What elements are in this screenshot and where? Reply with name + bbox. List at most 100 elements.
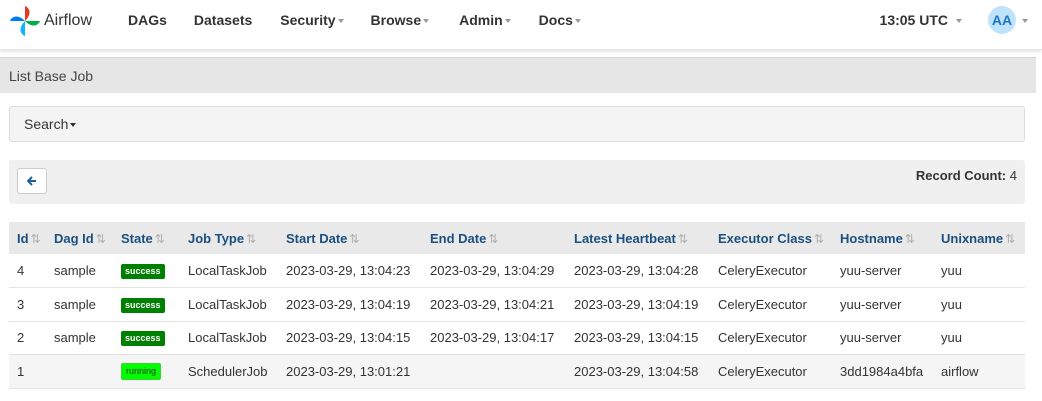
status-badge: success [121, 331, 165, 347]
cell-id: 3 [17, 296, 25, 312]
cell-state: running [113, 355, 180, 389]
sort-icon: ⇅ [95, 231, 106, 246]
column-header-hostname[interactable]: Hostname ⇅ [832, 222, 933, 254]
search-toggle[interactable]: Search [9, 106, 1025, 142]
cell-start-date: 2023-03-29, 13:04:19 [286, 296, 411, 312]
column-header-latest-heartbeat[interactable]: Latest Heartbeat ⇅ [566, 222, 710, 254]
cell-dag-id: sample [54, 296, 96, 312]
sort-icon: ⇅ [30, 231, 41, 246]
chevron-down-icon [70, 123, 77, 127]
nav-item-label: Browse [370, 12, 422, 28]
chevron-down-icon [504, 19, 511, 23]
chevron-down-icon [423, 19, 430, 23]
column-header-executor-class[interactable]: Executor Class ⇅ [710, 222, 832, 254]
nav-item-admin[interactable]: Admin [459, 12, 511, 28]
cell-unixname: yuu [941, 296, 962, 312]
nav-item-label: Security [280, 12, 336, 28]
cell-executor-class: CeleryExecutor [718, 330, 807, 346]
column-header-state[interactable]: State ⇅ [113, 222, 180, 254]
cell-end-date [422, 355, 566, 389]
cell-hostname: 3dd1984a4bfa [840, 363, 924, 379]
search-label: Search [24, 116, 69, 132]
page-title: List Base Job [9, 67, 94, 84]
sort-icon: ⇅ [904, 231, 915, 246]
cell-executor-class: CeleryExecutor [718, 263, 807, 278]
sort-icon: ⇅ [677, 231, 688, 246]
clock-dropdown[interactable]: 13:05 UTC [880, 12, 962, 28]
cell-unixname: yuu [941, 330, 962, 346]
cell-hostname: yuu-server [840, 330, 902, 346]
record-count-label: Record Count: [915, 168, 1007, 183]
sort-icon: ⇅ [246, 231, 257, 246]
cell-dag-id: sample [54, 263, 96, 278]
brand-name: Airflow [44, 12, 93, 29]
table-header-row: Id ⇅ Dag Id ⇅ State ⇅ Job Type ⇅ Start Date ⇅… [9, 222, 1025, 254]
cell-executor-class: CeleryExecutor [718, 296, 807, 312]
chevron-down-icon [337, 19, 344, 23]
cell-job-type: LocalTaskJob [188, 296, 267, 312]
column-header-label: Job Type [188, 230, 245, 246]
navbar: Airflow DAGs Datasets Security Browse Ad… [0, 0, 1042, 50]
nav-item-dags[interactable]: DAGs [128, 12, 167, 28]
column-header-label: Unixname [941, 230, 1004, 246]
status-badge: running [121, 363, 162, 381]
column-header-job-type[interactable]: Job Type ⇅ [180, 222, 278, 254]
back-button[interactable] [17, 168, 47, 194]
cell-id: 1 [17, 363, 25, 379]
cell-latest-heartbeat: 2023-03-29, 13:04:28 [574, 263, 699, 278]
column-header-label: Dag Id [54, 230, 94, 246]
table-row: 4 sample success LocalTaskJob 2023-03-29… [9, 254, 1025, 288]
clock-time: 13:05 UTC [879, 12, 948, 28]
cell-dag-id: sample [54, 330, 96, 346]
cell-end-date: 2023-03-29, 13:04:21 [430, 296, 555, 312]
nav-right: 13:05 UTC AA [880, 0, 1028, 40]
column-header-label: Latest Heartbeat [574, 230, 676, 246]
airflow-logo-icon [10, 6, 40, 36]
action-bar: Record Count: 4 [9, 160, 1025, 204]
chevron-down-icon [956, 19, 962, 23]
user-menu[interactable]: AA [988, 6, 1028, 34]
table-row: 2 sample success LocalTaskJob 2023-03-29… [9, 321, 1025, 355]
sort-icon: ⇅ [1005, 231, 1016, 246]
nav-item-security[interactable]: Security [280, 12, 344, 28]
table-row: 3 sample success LocalTaskJob 2023-03-29… [9, 287, 1025, 321]
record-count: Record Count: 4 [916, 168, 1017, 183]
cell-end-date: 2023-03-29, 13:04:17 [430, 330, 555, 346]
cell-id: 4 [17, 263, 25, 278]
column-header-end-date[interactable]: End Date ⇅ [422, 222, 566, 254]
column-header-dag-id[interactable]: Dag Id ⇅ [46, 222, 113, 254]
brand-link[interactable]: Airflow [8, 4, 92, 38]
column-header-label: Id [17, 230, 29, 246]
column-header-unixname[interactable]: Unixname ⇅ [933, 222, 1025, 254]
sort-icon: ⇅ [813, 231, 824, 246]
cell-job-type: SchedulerJob [188, 363, 268, 379]
chevron-down-icon [1022, 19, 1028, 23]
column-header-label: State [121, 230, 153, 246]
status-badge: success [121, 264, 165, 279]
cell-latest-heartbeat: 2023-03-29, 13:04:19 [574, 296, 699, 312]
nav-item-label: Datasets [193, 12, 253, 28]
cell-latest-heartbeat: 2023-03-29, 13:04:58 [574, 363, 699, 379]
column-header-label: Executor Class [718, 230, 812, 246]
nav-item-datasets[interactable]: Datasets [194, 12, 252, 28]
nav-item-browse[interactable]: Browse [371, 12, 430, 28]
cell-executor-class: CeleryExecutor [718, 363, 807, 379]
column-header-label: End Date [430, 230, 487, 246]
status-badge: success [121, 297, 165, 313]
nav-item-label: Admin [459, 12, 503, 28]
sort-icon: ⇅ [488, 231, 499, 246]
avatar: AA [988, 6, 1016, 34]
cell-unixname: yuu [941, 263, 962, 278]
cell-start-date: 2023-03-29, 13:01:21 [286, 363, 411, 379]
cell-state: success [113, 254, 180, 288]
nav-item-docs[interactable]: Docs [539, 12, 581, 28]
arrow-left-icon [27, 176, 36, 186]
table-row: 1 running SchedulerJob 2023-03-29, 13:01… [9, 354, 1025, 389]
page-title-bar: List Base Job [0, 57, 1036, 93]
cell-dag-id [46, 355, 113, 389]
cell-job-type: LocalTaskJob [188, 330, 267, 346]
nav-item-label: DAGs [128, 12, 167, 28]
column-header-start-date[interactable]: Start Date ⇅ [278, 222, 422, 254]
base-job-table: Id ⇅ Dag Id ⇅ State ⇅ Job Type ⇅ Start Date ⇅… [9, 222, 1025, 389]
column-header-id[interactable]: Id ⇅ [9, 222, 46, 254]
